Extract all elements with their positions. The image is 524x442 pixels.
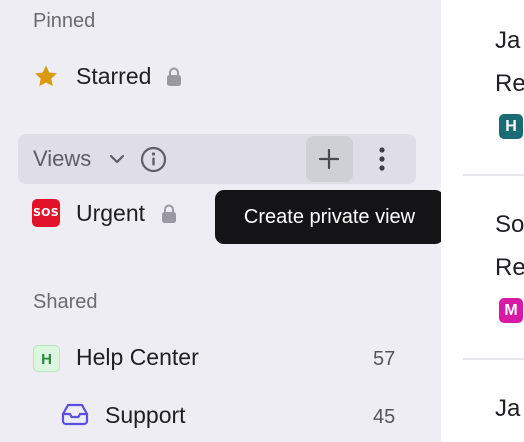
create-private-view-tooltip: Create private view [215, 190, 444, 244]
pinned-section-label: Pinned [33, 10, 96, 32]
lock-icon [167, 67, 181, 86]
lock-icon [162, 204, 176, 223]
more-options-icon[interactable] [370, 146, 394, 172]
sidebar-item-support[interactable]: Support 45 [0, 396, 441, 436]
sidebar-item-label: Help Center [76, 344, 199, 370]
star-icon [35, 65, 57, 87]
conversation-subtitle: Re [495, 254, 524, 281]
conversation-title: Ja [495, 395, 521, 422]
conversation-list: Ja Re H So Re M Ja [441, 0, 524, 442]
plus-icon [318, 148, 340, 170]
sos-icon: SOS [32, 199, 60, 227]
conversation-subtitle: Re [495, 70, 524, 97]
support-count: 45 [373, 406, 396, 428]
shared-section-label: Shared [33, 291, 98, 313]
chevron-down-icon[interactable] [108, 150, 126, 168]
create-view-button[interactable] [306, 136, 353, 182]
conversation-title: So [495, 211, 524, 238]
divider [463, 174, 524, 176]
conversation-badge: H [499, 114, 523, 139]
conversation-title: Ja [495, 27, 521, 54]
sidebar-item-label: Support [105, 402, 186, 428]
help-center-count: 57 [373, 348, 396, 370]
sidebar-item-help-center[interactable]: Help Center 57 [0, 338, 441, 378]
sidebar-item-starred[interactable]: Starred [0, 56, 441, 96]
divider [463, 358, 524, 360]
views-section-label: Views [33, 146, 92, 171]
help-center-avatar: H [33, 345, 60, 372]
info-icon[interactable] [140, 146, 167, 173]
conversation-badge: M [499, 298, 523, 323]
sidebar-item-label: Starred [76, 63, 152, 89]
views-header[interactable]: Views [18, 134, 416, 184]
inbox-icon [61, 403, 89, 426]
sidebar-item-label: Urgent [76, 200, 146, 226]
